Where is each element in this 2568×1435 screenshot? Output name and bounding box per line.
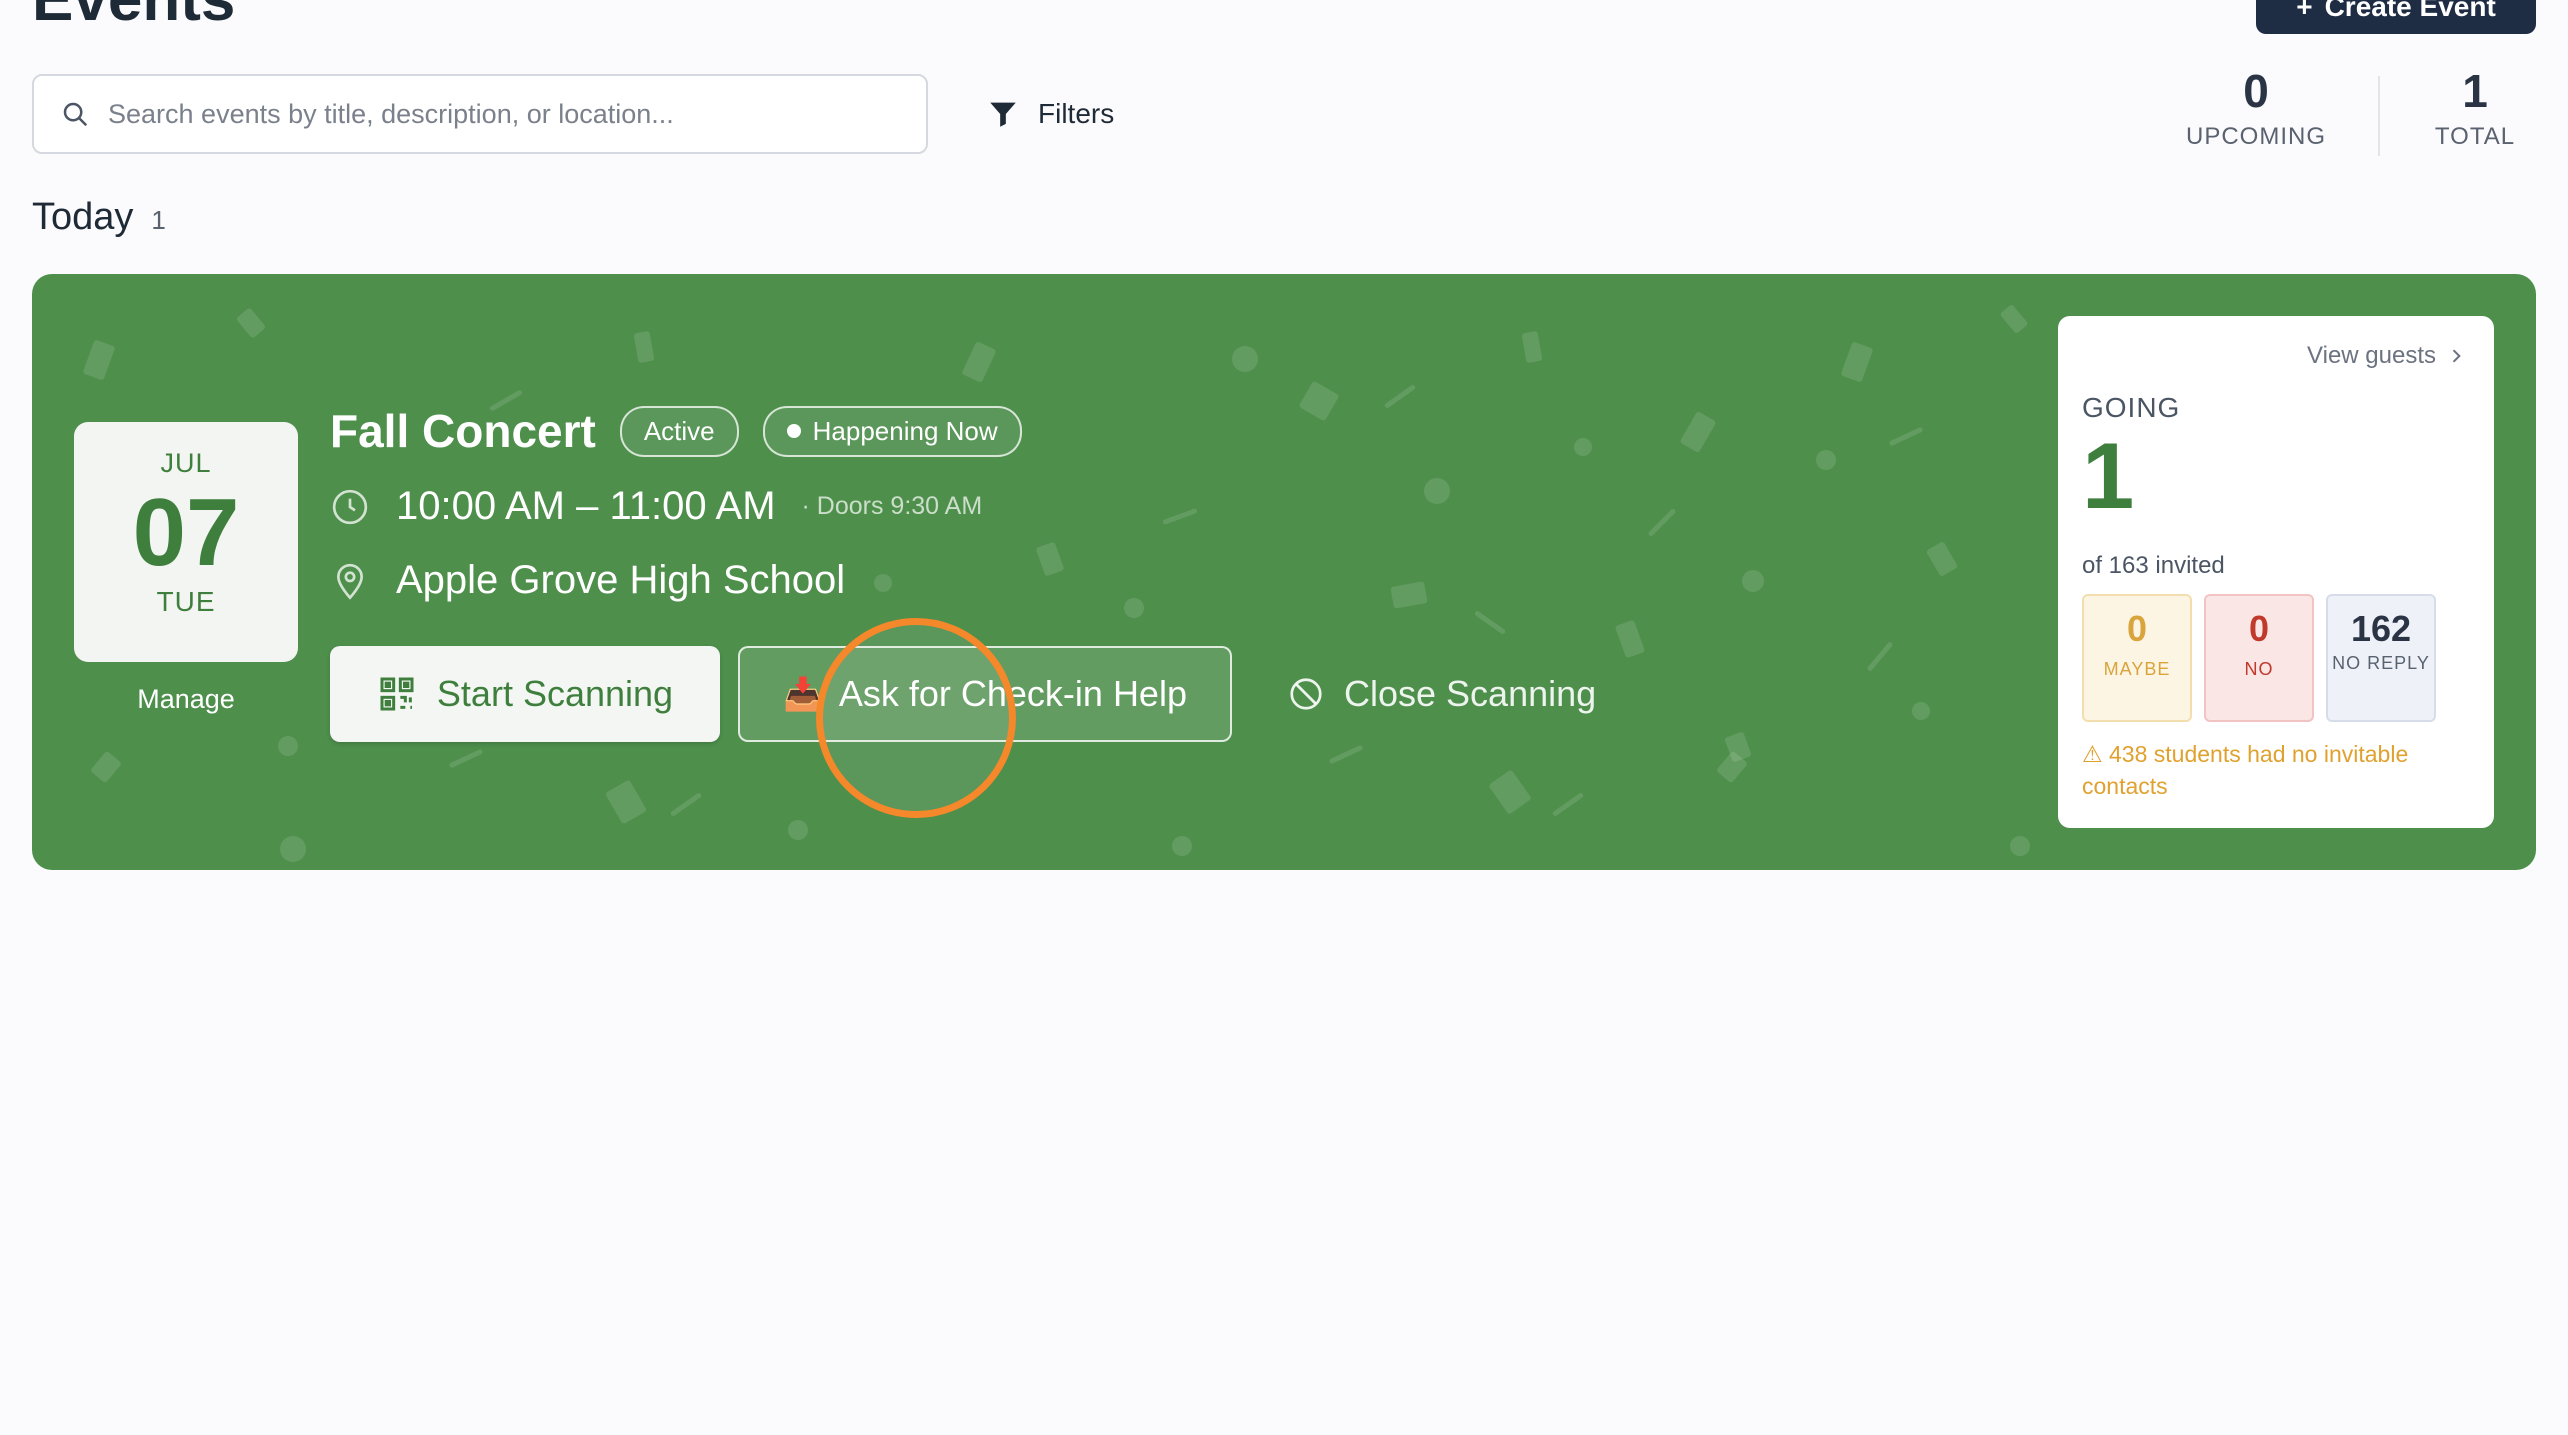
manage-link[interactable]: Manage — [74, 684, 298, 715]
stat-total: 1 TOTAL — [2420, 66, 2530, 151]
no-reply-count: 162 — [2350, 608, 2412, 649]
stat-upcoming: 0 UPCOMING — [2176, 66, 2336, 151]
event-card[interactable]: JUL 07 TUE Manage Fall Concert Active Ha… — [32, 274, 2536, 870]
rsvp-maybe-box: 0 MAYBE — [2082, 594, 2192, 722]
search-input[interactable] — [108, 98, 926, 130]
section-title: Today — [32, 196, 134, 238]
map-pin-icon — [336, 563, 364, 600]
event-time-row: 10:00 AM – 11:00 AM · Doors 9:30 AM — [330, 484, 982, 529]
view-guests-label: View guests — [2307, 342, 2436, 369]
event-date-tile: JUL 07 TUE — [74, 422, 298, 662]
stat-upcoming-label: UPCOMING — [2186, 122, 2326, 150]
create-event-label: Create Event — [2324, 0, 2496, 22]
live-dot-icon — [786, 424, 801, 438]
no-reply-label: NO REPLY — [2332, 653, 2430, 673]
event-time: 10:00 AM – 11:00 AM — [396, 484, 776, 528]
plus-icon: + — [2296, 0, 2313, 22]
event-title: Fall Concert — [330, 405, 596, 457]
status-badge: Active — [619, 405, 739, 457]
event-doors-time: · Doors 9:30 AM — [801, 492, 983, 520]
no-entry-icon — [1290, 678, 1322, 710]
qr-code-icon — [380, 677, 414, 711]
search-field[interactable] — [32, 74, 928, 154]
no-contacts-warning: ⚠ 438 students had no invitable contacts — [2082, 741, 2409, 800]
event-weekday: TUE — [156, 585, 216, 617]
going-count: 1 — [2082, 423, 2135, 528]
happening-now-label: Happening Now — [812, 415, 998, 446]
filters-button[interactable]: Filters — [986, 90, 1114, 138]
start-scanning-button[interactable]: Start Scanning — [330, 646, 720, 742]
event-month: JUL — [160, 448, 212, 478]
filters-label: Filters — [1038, 98, 1115, 129]
stat-total-label: TOTAL — [2434, 122, 2516, 150]
close-scanning-label: Close Scanning — [1344, 673, 1597, 714]
no-count: 0 — [2248, 608, 2270, 649]
search-icon — [63, 102, 88, 127]
rsvp-summary-panel: View guests GOING 1 of 163 invited 0 MAY… — [2058, 316, 2494, 828]
page-title: Events — [32, 0, 235, 35]
event-day: 07 — [132, 479, 240, 586]
start-scanning-label: Start Scanning — [436, 673, 674, 714]
happening-now-badge: Happening Now — [762, 405, 1022, 457]
clock-icon — [332, 489, 368, 524]
maybe-label: MAYBE — [2103, 659, 2171, 679]
rsvp-no-box: 0 NO — [2204, 594, 2314, 722]
view-guests-link[interactable]: View guests — [2307, 342, 2466, 370]
status-badge-label: Active — [643, 415, 715, 446]
click-indicator — [816, 618, 1016, 818]
chevron-right-icon — [2452, 349, 2461, 363]
event-title-row: Fall Concert Active Happening Now — [330, 404, 1022, 458]
event-location-row: Apple Grove High School — [330, 558, 845, 603]
section-count: 1 — [151, 205, 166, 235]
going-label: GOING — [2082, 392, 2181, 423]
close-scanning-button[interactable]: Close Scanning — [1288, 646, 1596, 742]
stat-total-value: 1 — [2462, 65, 2488, 117]
create-event-button[interactable]: + Create Event — [2256, 0, 2536, 34]
section-header-today: Today 1 — [32, 196, 166, 239]
stat-upcoming-value: 0 — [2243, 65, 2269, 117]
rsvp-no-reply-box: 162 NO REPLY — [2326, 594, 2436, 722]
no-label: NO — [2244, 659, 2274, 679]
invited-count: of 163 invited — [2082, 552, 2225, 579]
filter-icon — [990, 102, 1016, 127]
maybe-count: 0 — [2126, 608, 2148, 649]
event-location: Apple Grove High School — [396, 558, 846, 602]
stat-divider — [2378, 76, 2380, 156]
